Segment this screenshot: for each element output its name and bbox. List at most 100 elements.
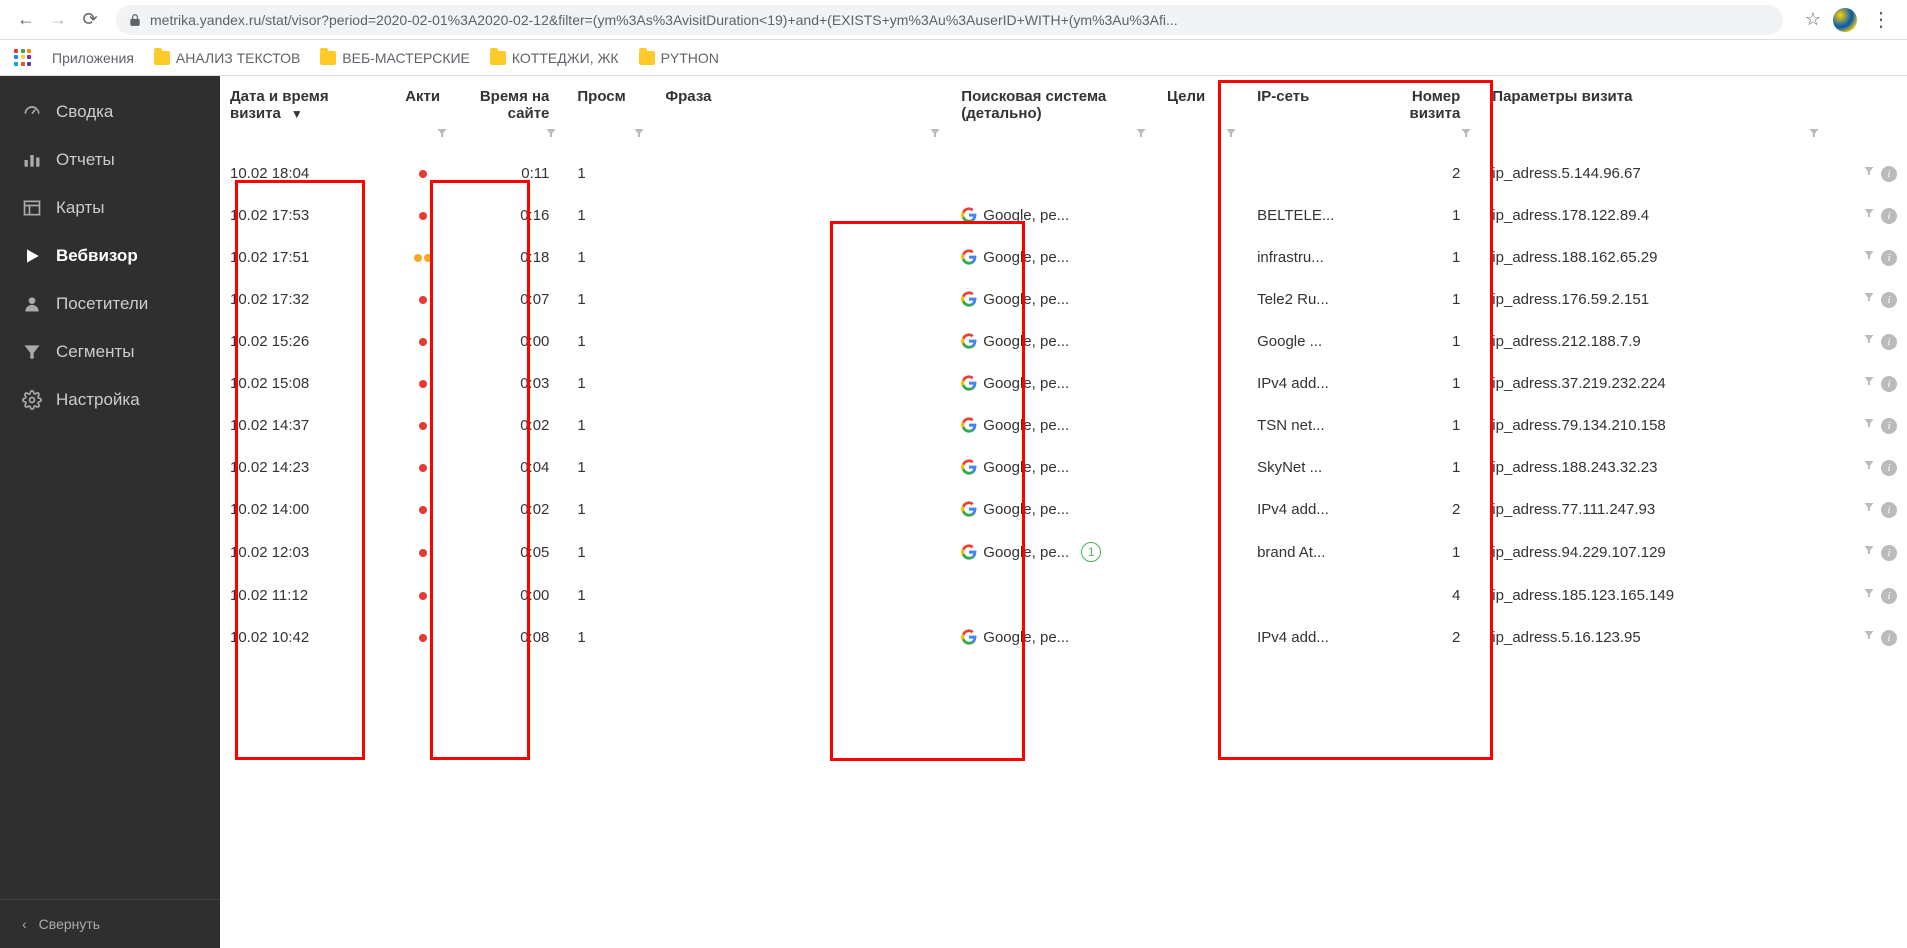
table-row[interactable]: 10.02 17:320:071Google, ре...Tele2 Ru...… xyxy=(220,278,1907,320)
sidebar-item-segments[interactable]: Сегменты xyxy=(0,328,220,376)
table-row[interactable]: 10.02 14:000:021Google, ре...IPv4 add...… xyxy=(220,488,1907,530)
row-filter-icon[interactable] xyxy=(1863,290,1875,307)
table-row[interactable]: 10.02 11:120:0014ip_adress.185.123.165.1… xyxy=(220,574,1907,616)
reload-button[interactable]: ⟳ xyxy=(74,4,106,36)
row-filter-icon[interactable] xyxy=(1863,586,1875,603)
cell-datetime: 10.02 10:42 xyxy=(220,616,387,658)
row-filter-icon[interactable] xyxy=(1863,458,1875,475)
back-button[interactable]: ← xyxy=(10,4,42,36)
row-filter-icon[interactable] xyxy=(1863,332,1875,349)
sidebar-item-reports[interactable]: Отчеты xyxy=(0,136,220,184)
cell-ipnet: brand At... xyxy=(1247,530,1376,574)
row-filter-icon[interactable] xyxy=(1863,500,1875,517)
row-info-icon[interactable]: i xyxy=(1881,208,1897,224)
cell-goals xyxy=(1157,616,1247,658)
row-info-icon[interactable]: i xyxy=(1881,250,1897,266)
th-params[interactable]: Параметры визита xyxy=(1482,76,1829,126)
filter-icon[interactable] xyxy=(436,126,448,138)
sidebar-item-webvisor[interactable]: Вебвизор xyxy=(0,232,220,280)
filter-icon[interactable] xyxy=(633,126,645,138)
cell-params: ip_adress.176.59.2.151 xyxy=(1482,278,1829,320)
th-visit-num[interactable]: Номер визита xyxy=(1376,76,1483,126)
cell-actions: i xyxy=(1830,320,1907,362)
th-search[interactable]: Поисковая система (детально) xyxy=(951,76,1157,126)
row-info-icon[interactable]: i xyxy=(1881,502,1897,518)
table-row[interactable]: 10.02 18:040:1112ip_adress.5.144.96.67i xyxy=(220,152,1907,194)
row-filter-icon[interactable] xyxy=(1863,628,1875,645)
th-ipnet[interactable]: IP-сеть xyxy=(1247,76,1376,126)
bookmark-star-icon[interactable]: ☆ xyxy=(1805,9,1821,30)
th-datetime[interactable]: Дата и время визита▼ xyxy=(220,76,387,126)
row-info-icon[interactable]: i xyxy=(1881,166,1897,182)
sidebar-item-settings[interactable]: Настройка xyxy=(0,376,220,424)
bookmark-folder[interactable]: АНАЛИЗ ТЕКСТОВ xyxy=(154,50,300,66)
cell-goals xyxy=(1157,404,1247,446)
search-engine-cell: Google, ре... xyxy=(961,333,1147,350)
cell-duration: 0:16 xyxy=(458,194,567,236)
table-row[interactable]: 10.02 14:370:021Google, ре...TSN net...1… xyxy=(220,404,1907,446)
table-row[interactable]: 10.02 17:510:181Google, ре...infrastru..… xyxy=(220,236,1907,278)
row-info-icon[interactable]: i xyxy=(1881,418,1897,434)
forward-button[interactable]: → xyxy=(42,4,74,36)
table-row[interactable]: 10.02 12:030:051Google, ре...1brand At..… xyxy=(220,530,1907,574)
bookmark-folder[interactable]: ВЕБ-МАСТЕРСКИЕ xyxy=(320,50,470,66)
row-filter-icon[interactable] xyxy=(1863,164,1875,181)
search-engine-cell: Google, ре... xyxy=(961,417,1147,434)
browser-menu-icon[interactable]: ⋮ xyxy=(1865,7,1897,32)
bookmark-folder[interactable]: КОТТЕДЖИ, ЖК xyxy=(490,50,619,66)
cell-params: ip_adress.79.134.210.158 xyxy=(1482,404,1829,446)
row-info-icon[interactable]: i xyxy=(1881,334,1897,350)
cell-search-engine: Google, ре... xyxy=(951,404,1157,446)
filter-icon[interactable] xyxy=(1460,126,1472,138)
filter-icon[interactable] xyxy=(1135,126,1147,138)
gauge-icon xyxy=(22,102,42,122)
cell-goals xyxy=(1157,152,1247,194)
row-info-icon[interactable]: i xyxy=(1881,588,1897,604)
th-duration[interactable]: Время на сайте xyxy=(458,76,567,126)
row-info-icon[interactable]: i xyxy=(1881,460,1897,476)
address-bar[interactable]: metrika.yandex.ru/stat/visor?period=2020… xyxy=(116,5,1783,35)
cell-ipnet: Tele2 Ru... xyxy=(1247,278,1376,320)
th-views[interactable]: Просм xyxy=(567,76,655,126)
cell-actions: i xyxy=(1830,530,1907,574)
row-filter-icon[interactable] xyxy=(1863,248,1875,265)
cell-views: 1 xyxy=(567,278,655,320)
cell-phrase xyxy=(655,152,951,194)
table-row[interactable]: 10.02 15:260:001Google, ре...Google ...1… xyxy=(220,320,1907,362)
th-activity[interactable]: Акти xyxy=(387,76,458,126)
sidebar-collapse[interactable]: ‹ Свернуть xyxy=(0,899,220,948)
filter-icon[interactable] xyxy=(545,126,557,138)
cell-views: 1 xyxy=(567,530,655,574)
row-filter-icon[interactable] xyxy=(1863,374,1875,391)
cell-datetime: 10.02 12:03 xyxy=(220,530,387,574)
apps-icon[interactable] xyxy=(14,49,32,67)
sidebar-item-summary[interactable]: Сводка xyxy=(0,88,220,136)
cell-actions: i xyxy=(1830,362,1907,404)
sidebar-item-maps[interactable]: Карты xyxy=(0,184,220,232)
filter-icon[interactable] xyxy=(929,126,941,138)
table-row[interactable]: 10.02 17:530:161Google, ре...BELTELE...1… xyxy=(220,194,1907,236)
cell-views: 1 xyxy=(567,404,655,446)
th-phrase[interactable]: Фраза xyxy=(655,76,951,126)
table-row[interactable]: 10.02 15:080:031Google, ре...IPv4 add...… xyxy=(220,362,1907,404)
th-goals[interactable]: Цели xyxy=(1157,76,1247,126)
row-filter-icon[interactable] xyxy=(1863,416,1875,433)
row-info-icon[interactable]: i xyxy=(1881,630,1897,646)
cell-params: ip_adress.185.123.165.149 xyxy=(1482,574,1829,616)
table-row[interactable]: 10.02 14:230:041Google, ре...SkyNet ...1… xyxy=(220,446,1907,488)
gear-icon xyxy=(22,390,42,410)
row-info-icon[interactable]: i xyxy=(1881,545,1897,561)
filter-icon[interactable] xyxy=(1808,126,1820,138)
row-filter-icon[interactable] xyxy=(1863,206,1875,223)
cell-visit-num: 1 xyxy=(1376,236,1483,278)
sidebar-item-visitors[interactable]: Посетители xyxy=(0,280,220,328)
apps-label[interactable]: Приложения xyxy=(52,50,134,66)
row-filter-icon[interactable] xyxy=(1863,543,1875,560)
row-info-icon[interactable]: i xyxy=(1881,376,1897,392)
cell-activity xyxy=(387,488,458,530)
bookmark-folder[interactable]: PYTHON xyxy=(639,50,719,66)
row-info-icon[interactable]: i xyxy=(1881,292,1897,308)
table-row[interactable]: 10.02 10:420:081Google, ре...IPv4 add...… xyxy=(220,616,1907,658)
extension-icon[interactable] xyxy=(1833,8,1857,32)
filter-icon[interactable] xyxy=(1225,126,1237,138)
